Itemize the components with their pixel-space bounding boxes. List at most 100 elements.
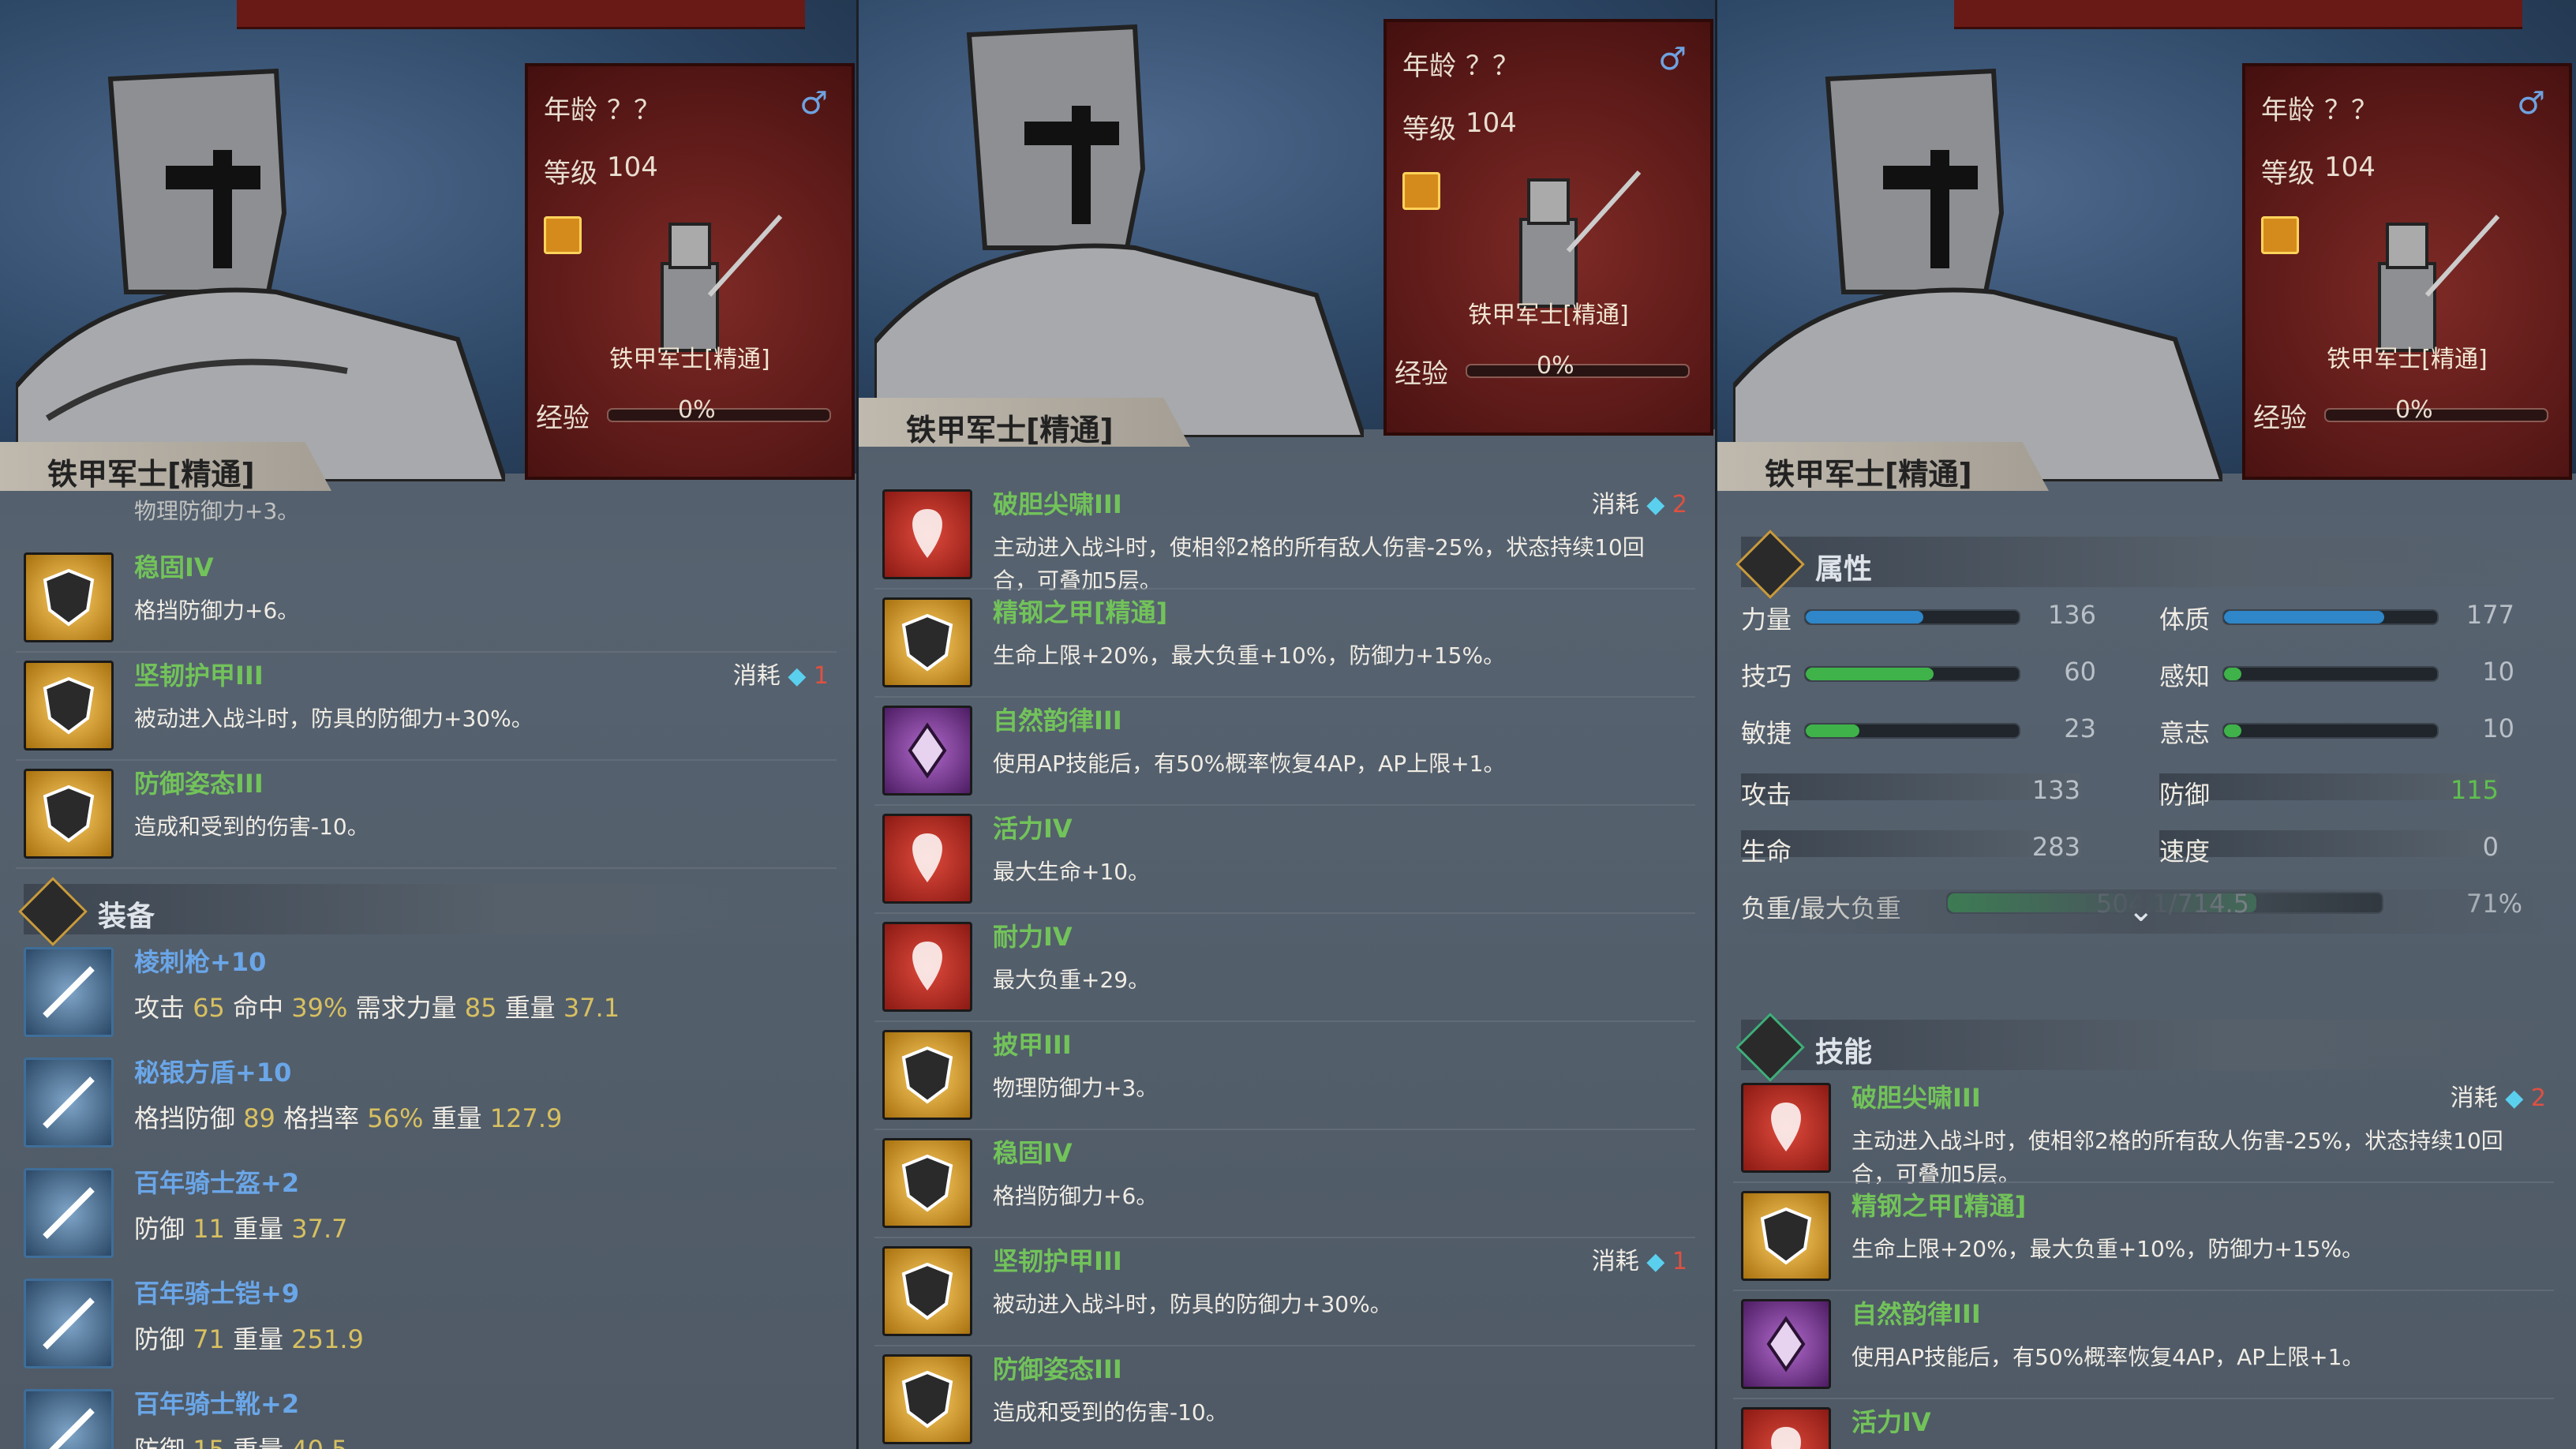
skill-desc: 造成和受到的伤害-10。: [134, 814, 369, 840]
row-divider: [874, 1020, 1695, 1022]
cost-label: 消耗: [732, 662, 781, 690]
stat-label: 敏捷: [1741, 718, 1792, 748]
partial-skill-desc: 物理防御力+3。: [134, 498, 300, 524]
skill-icon: [1741, 1299, 1831, 1389]
skill-name: 自然韵律III: [1852, 1299, 1981, 1329]
cost-value: 2: [1672, 491, 1687, 519]
skill-icon: [24, 552, 114, 642]
stat-label: 防御: [134, 1435, 185, 1449]
equipment-name: 秘银方盾+10: [134, 1058, 292, 1088]
skill-cost: 消耗 ◆ 1: [1592, 1241, 1687, 1276]
level-value: 104: [2324, 152, 2376, 183]
skill-icon: [1741, 1083, 1831, 1173]
level-value: 104: [1466, 107, 1517, 139]
attributes-title: 属性: [1815, 553, 1873, 586]
stat-bar-fill: [1806, 611, 1923, 623]
knight-portrait: [874, 24, 1364, 437]
skill-cost: 消耗 ◆ 2: [1592, 485, 1687, 519]
rank-medal-icon: [2261, 216, 2299, 254]
skill-name: 破胆尖啸III: [993, 489, 1122, 519]
stat-bar: [1804, 609, 2020, 625]
character-panel-left: 年龄 ？？ ♂ 等级 104 铁甲军士[精通] 经验 0% 铁甲军士[精通] 物…: [0, 0, 859, 1449]
stat-bar-fill: [1806, 668, 1934, 680]
row-divider: [16, 759, 837, 761]
class-name: 铁甲军士[精通]: [2327, 346, 2488, 373]
stat-value: 85: [464, 993, 497, 1023]
skill-desc: 使用AP技能后，有50%概率恢复4AP，AP上限+1。: [1852, 1344, 2364, 1370]
skill-name: 精钢之甲[精通]: [993, 597, 1168, 627]
skill-name: 破胆尖啸III: [1852, 1083, 1981, 1113]
exp-bar: [607, 408, 831, 422]
stat-label: 重量: [233, 1214, 284, 1244]
equipment-stats: 防御 15 重量 40.5: [134, 1430, 348, 1449]
equipment-icon: [24, 1389, 114, 1449]
stat-bar: [1804, 666, 2020, 682]
row-divider: [1733, 1181, 2554, 1183]
cost-label: 消耗: [1591, 1248, 1639, 1275]
expand-stats-button[interactable]: ⌄: [1741, 889, 2546, 934]
skill-icon: [882, 1030, 972, 1120]
portrait-header: 年龄 ？？ ♂ 等级 104 铁甲军士[精通] 经验 0% 铁甲军士[精通]: [0, 0, 859, 491]
equipment-title: 装备: [98, 900, 155, 933]
stat-label: 防御: [134, 1214, 185, 1244]
cost-value: 1: [1672, 1248, 1687, 1275]
skill-name: 披甲III: [993, 1030, 1072, 1060]
stat-label: 体质: [2159, 605, 2211, 635]
exp-label: 经验: [2253, 402, 2307, 434]
age-value: ？？: [607, 95, 661, 126]
stat-value: 15: [193, 1435, 225, 1449]
level-label: 等级: [2261, 158, 2315, 189]
cost-label: 消耗: [1591, 491, 1639, 519]
skill-desc: 主动进入战斗时，使相邻2格的所有敌人伤害-25%，状态持续10回: [993, 534, 1645, 560]
combat-stat-value: 133: [2031, 775, 2080, 805]
level-label: 等级: [1402, 114, 1456, 145]
character-panel-right: 年龄 ？？ ♂ 等级 104 铁甲军士[精通] 经验 0% 铁甲军士[精通] 属…: [1717, 0, 2576, 1449]
equipment-icon: [24, 1058, 114, 1148]
skill-desc: 最大生命+10。: [993, 859, 1151, 885]
skill-icon: [1741, 1191, 1831, 1281]
level-value: 104: [607, 152, 658, 183]
row-divider: [874, 912, 1695, 914]
stat-value: 136: [2047, 600, 2096, 630]
skill-cost: 消耗 ◆ 1: [733, 656, 829, 691]
skill-desc: 被动进入战斗时，防具的防御力+30%。: [993, 1291, 1392, 1317]
age-label: 年龄: [544, 95, 597, 126]
stat-label: 攻击: [134, 993, 185, 1023]
skill-desc-2: 合，可叠加5层。: [993, 567, 1162, 593]
male-icon: ♂: [2517, 85, 2545, 122]
row-divider: [874, 588, 1695, 590]
cost-label: 消耗: [2450, 1084, 2498, 1112]
skill-name: 活力IV: [993, 814, 1073, 844]
skill-desc: 生命上限+20%，最大负重+10%，防御力+15%。: [1852, 1236, 2364, 1262]
stat-label: 重量: [233, 1324, 284, 1354]
skill-desc: 使用AP技能后，有50%概率恢复4AP，AP上限+1。: [993, 751, 1506, 777]
stat-label: 感知: [2159, 661, 2211, 691]
equipment-stats: 攻击 65 命中 39% 需求力量 85 重量 37.1: [134, 988, 620, 1024]
exp-value: 0%: [2395, 396, 2433, 424]
combat-stat-value: 283: [2031, 832, 2080, 862]
stat-value: 65: [193, 993, 225, 1023]
stat-bar-fill: [2224, 668, 2241, 680]
exp-bar: [1466, 364, 1690, 378]
row-divider: [874, 1237, 1695, 1238]
combat-stat-label: 速度: [2159, 837, 2211, 867]
equipment-name: 百年骑士铠+9: [134, 1279, 300, 1309]
rank-medal-icon: [1402, 172, 1440, 210]
row-divider: [1733, 1398, 2554, 1399]
diamond-icon: ◆: [788, 662, 807, 690]
age-value: ？？: [1466, 51, 1519, 82]
stat-value: 127.9: [489, 1103, 563, 1133]
diamond-icon: ◆: [1646, 1248, 1665, 1275]
rank-medal-icon: [544, 216, 582, 254]
skill-name: 耐力IV: [993, 922, 1073, 952]
equipment-icon: [18, 877, 88, 946]
skill-desc: 造成和受到的伤害-10。: [993, 1399, 1228, 1425]
skill-desc: 格挡防御力+6。: [134, 597, 300, 623]
class-name-tab-label: 铁甲军士[精通]: [1765, 457, 1972, 492]
info-card: 年龄 ？？ ♂ 等级 104 铁甲军士[精通] 经验 0%: [525, 63, 855, 480]
skill-name: 坚韧护甲III: [993, 1246, 1122, 1276]
skill-desc: 生命上限+20%，最大负重+10%，防御力+15%。: [993, 642, 1506, 668]
age-label: 年龄: [1402, 51, 1456, 82]
knight-portrait: [16, 68, 505, 481]
stat-value: 60: [2064, 657, 2096, 687]
